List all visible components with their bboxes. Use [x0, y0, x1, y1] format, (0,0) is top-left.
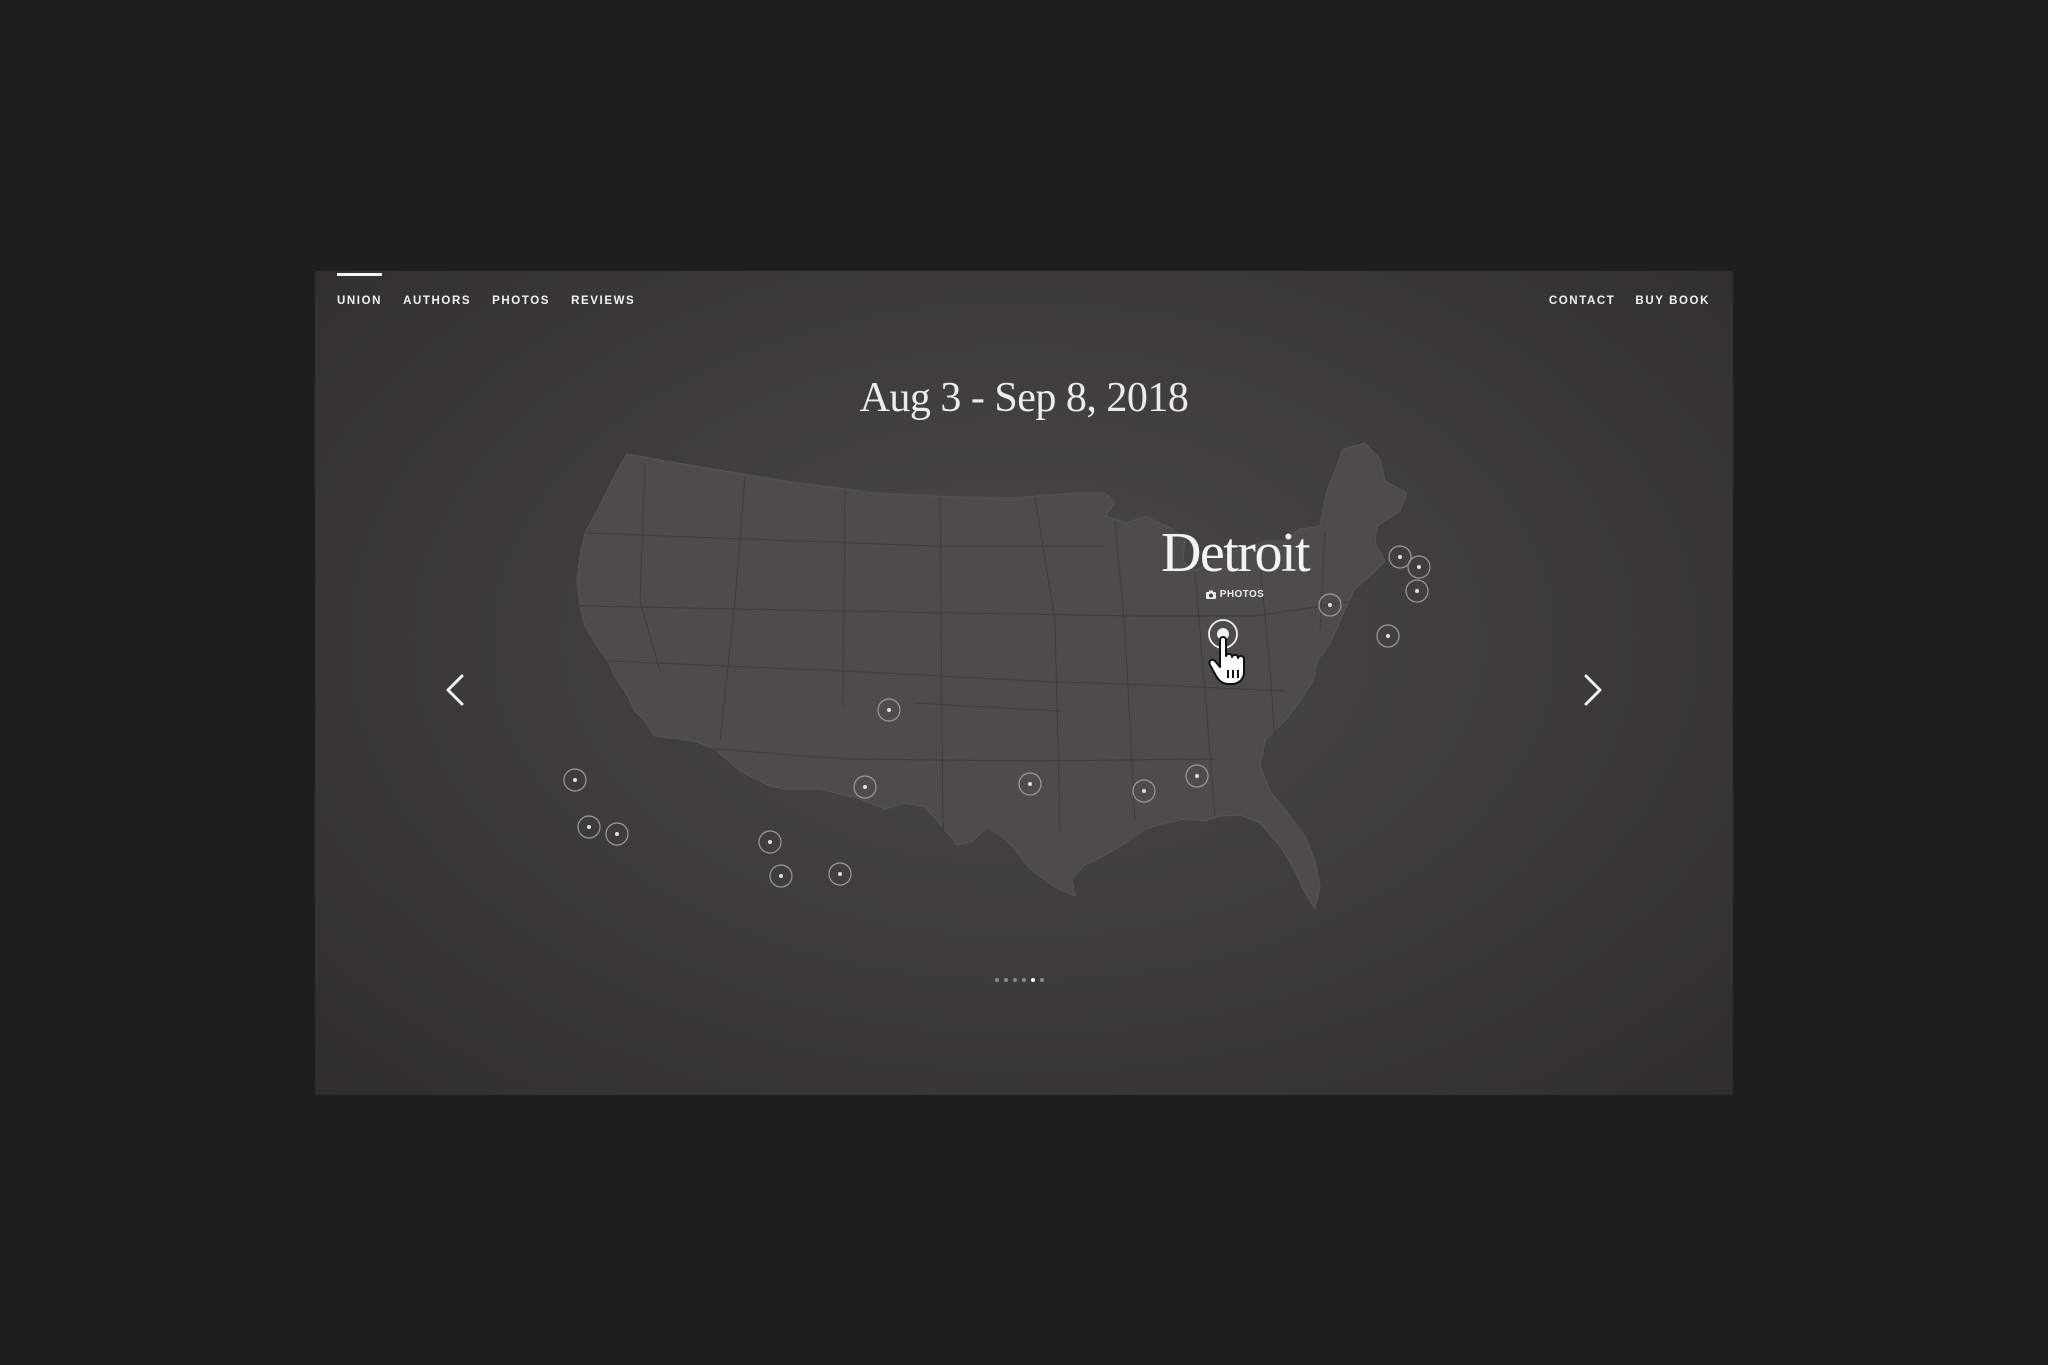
city-photos-link[interactable]: PHOTOS [1195, 589, 1275, 600]
pagination-dots [995, 978, 1044, 982]
next-button[interactable] [1573, 660, 1613, 720]
camera-icon [1205, 590, 1216, 599]
page-dot-active[interactable] [1031, 978, 1035, 982]
selected-city-name: Detroit [1160, 522, 1311, 584]
photos-link-label: PHOTOS [1219, 589, 1265, 600]
previous-button[interactable] [435, 660, 475, 720]
nav-item-buy-book[interactable]: BUY BOOK [1635, 293, 1710, 307]
page-dot[interactable] [1004, 978, 1008, 982]
nav-item-reviews[interactable]: REVIEWS [571, 293, 635, 307]
chevron-left-icon [446, 674, 464, 706]
page-dot[interactable] [995, 978, 999, 982]
nav-item-photos[interactable]: PHOTOS [492, 293, 550, 307]
nav-item-contact[interactable]: CONTACT [1549, 293, 1616, 307]
chevron-right-icon [1584, 674, 1602, 706]
page-dot[interactable] [1022, 978, 1026, 982]
tour-date-range: Aug 3 - Sep 8, 2018 [859, 375, 1189, 421]
us-map-outline [576, 442, 1408, 911]
app-window: UNION AUTHORS PHOTOS REVIEWS CONTACT BUY… [315, 271, 1733, 1095]
nav-item-authors[interactable]: AUTHORS [403, 293, 471, 307]
page-dot[interactable] [1013, 978, 1017, 982]
secondary-nav: CONTACT BUY BOOK [1549, 271, 1710, 329]
page-dot[interactable] [1040, 978, 1044, 982]
primary-nav: UNION AUTHORS PHOTOS REVIEWS [337, 271, 635, 329]
hand-pointer-icon [1208, 636, 1245, 685]
nav-item-union[interactable]: UNION [337, 273, 383, 307]
